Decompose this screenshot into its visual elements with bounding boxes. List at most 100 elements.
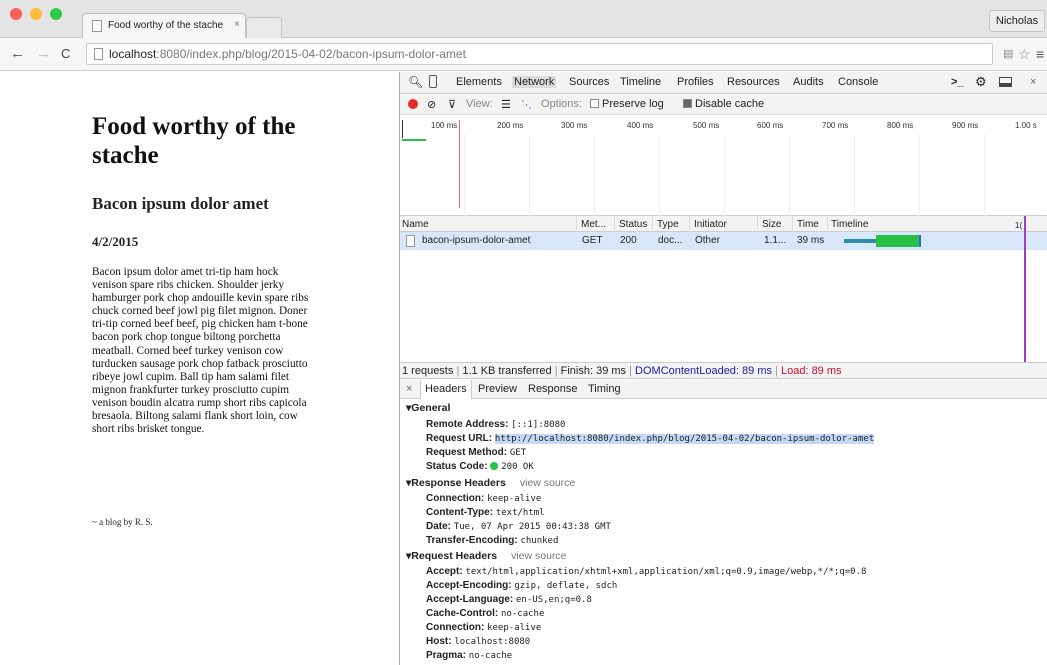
request-url-key: Request URL:: [426, 433, 493, 444]
summary-separator: |: [456, 365, 460, 377]
request-header-item: Accept-Encoding: gzip, deflate, sdch: [426, 580, 617, 591]
response-headers-toggle[interactable]: ▾Response Headers view source: [406, 477, 575, 489]
device-mode-icon[interactable]: [429, 75, 437, 88]
large-rows-icon[interactable]: ☰: [501, 98, 511, 111]
col-method[interactable]: Met...: [581, 219, 606, 230]
request-name[interactable]: bacon-ipsum-dolor-amet: [422, 235, 530, 246]
profile-button[interactable]: Nicholas: [989, 10, 1045, 32]
page-action-icon[interactable]: ▤: [1003, 47, 1013, 60]
overview-icon[interactable]: ⋱: [521, 98, 532, 111]
tab-response[interactable]: Response: [528, 383, 578, 395]
url-host: localhost: [109, 47, 157, 61]
request-method: Request Method: GET: [426, 447, 526, 458]
post-date: 4/2/2015: [92, 234, 139, 249]
request-headers-toggle[interactable]: ▾Request Headers view source: [406, 550, 567, 562]
request-row[interactable]: bacon-ipsum-dolor-amet GET 200 doc... Ot…: [400, 232, 1047, 250]
clear-icon[interactable]: ⊘: [427, 98, 436, 111]
header-key: Connection:: [426, 493, 485, 504]
finish-time: Finish: 39 ms: [560, 365, 627, 377]
col-time[interactable]: Time: [797, 219, 819, 230]
preserve-log-box[interactable]: [590, 99, 599, 108]
header-value: keep-alive: [487, 494, 542, 504]
col-type[interactable]: Type: [657, 219, 679, 230]
web-page: Food worthy of the stache Bacon ipsum do…: [0, 72, 399, 665]
disable-cache-label: Disable cache: [695, 98, 765, 110]
inspect-search-icon[interactable]: 🔍︎: [408, 75, 423, 89]
disable-cache-checkbox[interactable]: Disable cache: [683, 98, 764, 110]
tab-timing[interactable]: Timing: [588, 383, 621, 395]
summary-separator: |: [554, 365, 558, 377]
tab-title: Food worthy of the stache: [108, 20, 224, 31]
overview-gridline: [659, 134, 660, 216]
forward-arrow-icon[interactable]: →: [36, 46, 51, 61]
header-key: Host:: [426, 636, 452, 647]
overview-tick: 500 ms: [693, 121, 720, 130]
status-code-value: 200 OK: [501, 462, 534, 472]
overview-load-line: [459, 120, 460, 208]
console-drawer-icon[interactable]: >_: [951, 76, 964, 88]
back-arrow-icon[interactable]: ←: [10, 46, 25, 61]
navigation-bar: ← → C localhost:8080/index.php/blog/2015…: [0, 38, 1047, 71]
minimize-window-button[interactable]: [30, 8, 42, 20]
response-header-item: Content-Type: text/html: [426, 507, 545, 518]
header-value: en-US,en;q=0.8: [516, 595, 592, 605]
menu-icon[interactable]: ≡: [1036, 46, 1044, 62]
summary-text: 1 requests | 1.1 KB transferred | Finish…: [402, 365, 842, 377]
filter-icon[interactable]: ⊽: [448, 98, 456, 111]
close-window-button[interactable]: [10, 8, 22, 20]
header-value: no-cache: [501, 609, 545, 619]
col-size[interactable]: Size: [762, 219, 781, 230]
response-view-source-link[interactable]: view source: [520, 477, 575, 489]
zoom-window-button[interactable]: [50, 8, 62, 20]
general-section-toggle[interactable]: ▾General: [406, 402, 450, 414]
tab-audits[interactable]: Audits: [793, 76, 824, 88]
overview-gridline: [594, 134, 595, 216]
devtools-panel: 🔍︎ Elements Network Sources Timeline Pro…: [399, 72, 1047, 665]
close-devtools-icon[interactable]: ×: [1030, 76, 1036, 88]
tab-preview[interactable]: Preview: [478, 383, 517, 395]
url-text[interactable]: localhost:8080/index.php/blog/2015-04-02…: [109, 47, 466, 61]
preserve-log-label: Preserve log: [602, 98, 664, 110]
tab-headers[interactable]: Headers: [420, 380, 472, 399]
tab-elements[interactable]: Elements: [456, 76, 502, 88]
response-header-item: Date: Tue, 07 Apr 2015 00:43:38 GMT: [426, 521, 611, 532]
network-summary: 1 requests | 1.1 KB transferred | Finish…: [400, 362, 1047, 379]
col-timeline[interactable]: Timeline: [831, 219, 868, 230]
col-name[interactable]: Name: [402, 219, 429, 230]
close-detail-icon[interactable]: ×: [406, 383, 412, 395]
record-icon[interactable]: [408, 99, 418, 109]
overview-window-handle[interactable]: [402, 120, 403, 138]
address-bar[interactable]: localhost:8080/index.php/blog/2015-04-02…: [86, 43, 993, 65]
dock-side-icon[interactable]: [999, 77, 1012, 87]
reload-icon[interactable]: C: [61, 46, 70, 61]
tab-strip: Food worthy of the stache × Nicholas: [0, 0, 1047, 38]
tab-network[interactable]: Network: [512, 76, 557, 88]
request-header-item: Accept: text/html,application/xhtml+xml,…: [426, 566, 866, 577]
header-key: Cache-Control:: [426, 608, 499, 619]
page-favicon-icon: [92, 20, 102, 32]
col-initiator[interactable]: Initiator: [694, 219, 727, 230]
settings-gear-icon[interactable]: ⚙: [975, 74, 987, 90]
view-label: View:: [466, 98, 493, 110]
request-size: 1.1...: [764, 235, 787, 246]
request-header-item: Cache-Control: no-cache: [426, 608, 544, 619]
col-status[interactable]: Status: [619, 219, 647, 230]
request-view-source-link[interactable]: view source: [511, 550, 566, 562]
browser-window: Food worthy of the stache × Nicholas ← →…: [0, 0, 1047, 665]
preserve-log-checkbox[interactable]: Preserve log: [590, 98, 664, 110]
new-tab-button[interactable]: [246, 17, 282, 38]
tab-sources[interactable]: Sources: [569, 76, 609, 88]
overview-gridline: [789, 134, 790, 216]
tab-console[interactable]: Console: [838, 76, 878, 88]
request-url: Request URL: http://localhost:8080/index…: [426, 433, 875, 444]
disable-cache-box[interactable]: [683, 99, 692, 108]
tab-resources[interactable]: Resources: [727, 76, 780, 88]
browser-tab[interactable]: Food worthy of the stache ×: [82, 13, 246, 38]
tab-close-icon[interactable]: ×: [234, 19, 240, 30]
tab-profiles[interactable]: Profiles: [677, 76, 714, 88]
tab-timeline[interactable]: Timeline: [620, 76, 661, 88]
bookmark-star-icon[interactable]: ☆: [1018, 46, 1031, 63]
overview-tick: 100 ms: [431, 121, 458, 130]
request-detail-tabs: × Headers Preview Response Timing: [400, 380, 1047, 399]
status-ok-dot-icon: [490, 462, 499, 470]
